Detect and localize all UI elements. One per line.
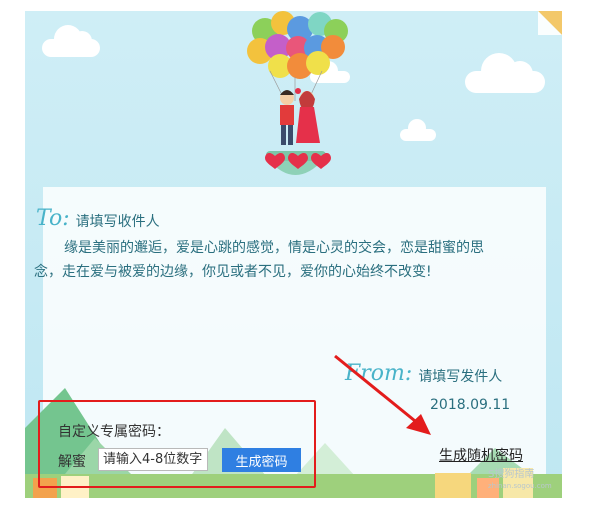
balloons	[247, 11, 348, 79]
password-label: 解蜜	[58, 454, 86, 470]
cloud	[400, 119, 436, 141]
watermark: S搜狗指南 zhinan.sogou.com	[488, 465, 552, 490]
from-label: From:	[345, 361, 413, 386]
generate-password-button[interactable]: 生成密码	[222, 448, 301, 472]
to-label: To:	[36, 206, 70, 231]
to-row: To: 请填写收件人	[36, 205, 160, 231]
watermark-brand: S搜狗指南	[488, 469, 535, 480]
generate-random-password-link[interactable]: 生成随机密码	[439, 445, 523, 465]
watermark-url: zhinan.sogou.com	[488, 482, 552, 490]
recipient-field[interactable]: 请填写收件人	[76, 211, 160, 231]
password-section-title: 自定义专属密码：	[58, 424, 170, 440]
hot-air-balloon-illustration	[247, 11, 348, 175]
couple	[280, 88, 320, 145]
highlight-box	[38, 400, 316, 488]
sender-field[interactable]: 请填写发件人	[418, 366, 502, 386]
cloud	[465, 53, 545, 93]
from-row: From: 请填写发件人	[345, 361, 502, 386]
cloud	[42, 25, 100, 57]
page-corner-highlight	[538, 11, 562, 35]
card-date: 2018.09.11	[430, 397, 511, 413]
love-message: 缘是美丽的邂逅，爱是心跳的感觉，情是心灵的交会，恋是甜蜜的思念，走在爱与被爱的边…	[34, 240, 484, 280]
password-input[interactable]	[98, 448, 208, 471]
